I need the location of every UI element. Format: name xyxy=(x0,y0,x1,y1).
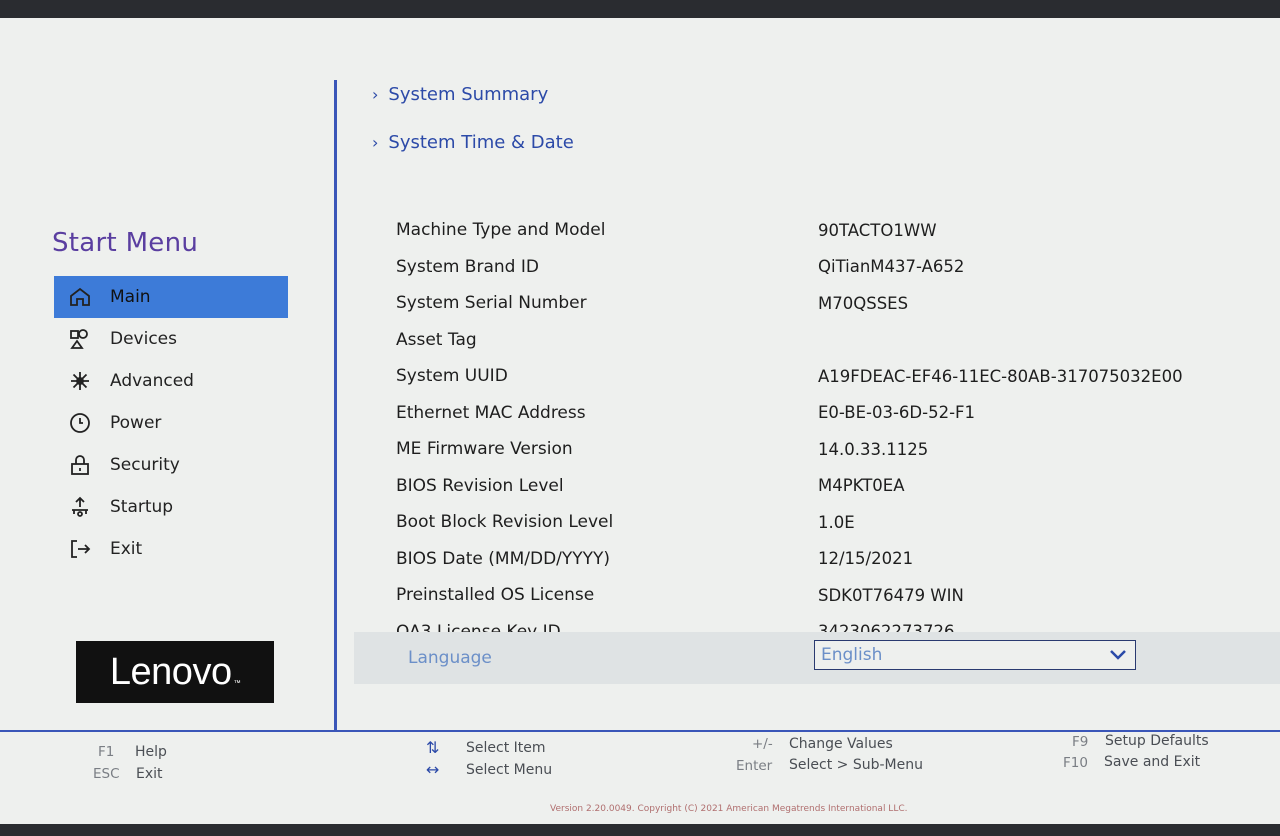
info-label: Asset Tag xyxy=(396,329,477,350)
menu-item-label: Advanced xyxy=(110,371,194,391)
f1-desc: Help xyxy=(135,744,167,760)
info-row-serial-number: System Serial Number M70QSSES xyxy=(396,285,1196,322)
home-icon xyxy=(66,283,94,311)
system-info-table: Machine Type and Model 90TACTO1WW System … xyxy=(396,212,1196,650)
info-value: A19FDEAC-EF46-11EC-80AB-317075032E00 xyxy=(818,366,1183,386)
info-label: ME Firmware Version xyxy=(396,439,573,460)
menu-item-label: Security xyxy=(110,455,180,475)
info-label: Machine Type and Model xyxy=(396,220,606,241)
horizontal-divider xyxy=(0,730,1280,732)
logo-mark: ™ xyxy=(233,680,241,687)
info-value: E0-BE-03-6D-52-F1 xyxy=(818,403,976,423)
menu-item-startup[interactable]: Startup xyxy=(54,486,288,528)
chevron-down-icon xyxy=(1110,650,1126,660)
info-label: BIOS Date (MM/DD/YYYY) xyxy=(396,548,611,569)
lenovo-logo: Lenovo ™ xyxy=(76,641,274,703)
info-row-machine-type: Machine Type and Model 90TACTO1WW xyxy=(396,212,1196,249)
info-row-me-firmware: ME Firmware Version 14.0.33.1125 xyxy=(396,431,1196,468)
menu-item-label: Exit xyxy=(110,539,143,559)
menu-item-label: Devices xyxy=(110,329,177,349)
info-row-bios-revision: BIOS Revision Level M4PKT0EA xyxy=(396,468,1196,505)
info-label: System Serial Number xyxy=(396,293,587,314)
language-label: Language xyxy=(408,648,492,668)
info-label: Boot Block Revision Level xyxy=(396,512,614,533)
submenu-label: System Summary xyxy=(388,84,549,105)
info-label: BIOS Revision Level xyxy=(396,475,564,496)
submenu-system-time-date[interactable]: › System Time & Date xyxy=(372,132,574,153)
info-row-mac-address: Ethernet MAC Address E0-BE-03-6D-52-F1 xyxy=(396,395,1196,432)
esc-desc: Exit xyxy=(136,766,163,782)
info-row-asset-tag: Asset Tag xyxy=(396,322,1196,359)
menu-item-security[interactable]: Security xyxy=(54,444,288,486)
logo-text: Lenovo xyxy=(109,650,232,693)
up-down-arrows-icon: ⇅ xyxy=(426,738,440,757)
language-select[interactable]: English xyxy=(814,640,1136,670)
info-row-brand-id: System Brand ID QiTianM437-A652 xyxy=(396,249,1196,286)
info-label: Preinstalled OS License xyxy=(396,585,595,606)
info-value: M70QSSES xyxy=(818,293,909,313)
info-label: Ethernet MAC Address xyxy=(396,402,586,423)
info-value: 90TACTO1WW xyxy=(818,220,937,240)
info-value: QiTianM437-A652 xyxy=(818,257,965,277)
lock-icon xyxy=(66,451,94,479)
info-row-uuid: System UUID A19FDEAC-EF46-11EC-80AB-31707… xyxy=(396,358,1196,395)
advanced-icon xyxy=(66,367,94,395)
info-value: 14.0.33.1125 xyxy=(818,439,929,459)
start-menu-title: Start Menu xyxy=(52,228,199,258)
f1-key: F1 xyxy=(98,744,115,760)
select-menu-desc: Select Menu xyxy=(466,762,553,778)
menu-item-label: Main xyxy=(110,287,151,307)
info-row-boot-block: Boot Block Revision Level 1.0E xyxy=(396,504,1196,541)
f9-key: F9 xyxy=(1072,734,1089,750)
f10-key: F10 xyxy=(1063,755,1088,771)
power-icon xyxy=(66,409,94,437)
info-value: M4PKT0EA xyxy=(818,476,905,496)
vertical-divider xyxy=(334,80,337,730)
menu-item-main[interactable]: Main xyxy=(54,276,288,318)
info-value: 1.0E xyxy=(818,512,855,532)
submenu-system-summary[interactable]: › System Summary xyxy=(372,84,548,105)
language-row: Language English xyxy=(354,632,1280,684)
menu-item-advanced[interactable]: Advanced xyxy=(54,360,288,402)
startup-icon xyxy=(66,493,94,521)
select-item-desc: Select Item xyxy=(466,740,546,756)
save-exit-desc: Save and Exit xyxy=(1104,754,1201,770)
menu-item-power[interactable]: Power xyxy=(54,402,288,444)
devices-icon xyxy=(66,325,94,353)
chevron-right-icon: › xyxy=(372,133,379,152)
left-right-arrows-icon: ↔ xyxy=(426,760,440,779)
start-menu: Main Devices Advanced Power Security Sta… xyxy=(54,276,288,570)
exit-icon xyxy=(66,535,94,563)
menu-item-devices[interactable]: Devices xyxy=(54,318,288,360)
menu-item-label: Startup xyxy=(110,497,174,517)
plus-minus-key: +/- xyxy=(752,736,773,752)
language-selected-value: English xyxy=(821,645,883,665)
info-label: System UUID xyxy=(396,366,508,387)
info-value: 12/15/2021 xyxy=(818,549,914,569)
chevron-right-icon: › xyxy=(372,85,379,104)
enter-key: Enter xyxy=(736,758,773,774)
change-values-desc: Change Values xyxy=(789,736,893,752)
info-row-bios-date: BIOS Date (MM/DD/YYYY) 12/15/2021 xyxy=(396,541,1196,578)
info-row-os-license: Preinstalled OS License SDK0T76479 WIN xyxy=(396,577,1196,614)
submenu-label: System Time & Date xyxy=(388,132,574,153)
bios-screen: Start Menu Main Devices Advanced Power S… xyxy=(0,18,1280,824)
menu-item-exit[interactable]: Exit xyxy=(54,528,288,570)
esc-key: ESC xyxy=(93,766,120,782)
sub-menu-desc: Select > Sub-Menu xyxy=(789,757,923,773)
setup-defaults-desc: Setup Defaults xyxy=(1105,733,1209,749)
menu-item-label: Power xyxy=(110,413,162,433)
info-label: System Brand ID xyxy=(396,256,539,277)
info-value: SDK0T76479 WIN xyxy=(818,585,964,605)
version-copyright: Version 2.20.0049. Copyright (C) 2021 Am… xyxy=(550,804,908,814)
